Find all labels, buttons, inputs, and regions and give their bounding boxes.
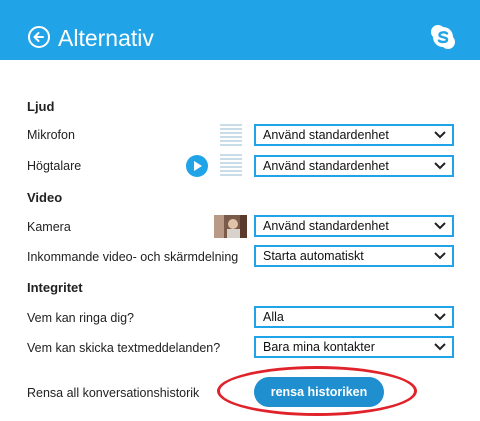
who-can-call-label: Vem kan ringa dig?	[27, 311, 135, 325]
chevron-down-icon	[434, 343, 446, 351]
incoming-video-label: Inkommande video- och skärmdelning	[27, 250, 239, 264]
chevron-down-icon	[434, 313, 446, 321]
chevron-down-icon	[434, 252, 446, 260]
microphone-select-value: Använd standardenhet	[263, 128, 389, 142]
skype-logo-icon	[430, 24, 456, 50]
who-can-message-select-value: Bara mina kontakter	[263, 340, 375, 354]
chevron-down-icon	[434, 162, 446, 170]
incoming-video-select[interactable]: Starta automatiskt	[254, 245, 454, 267]
speaker-label: Högtalare	[27, 159, 82, 173]
speaker-level-meter	[220, 154, 242, 178]
camera-select[interactable]: Använd standardenhet	[254, 215, 454, 237]
chevron-down-icon	[434, 222, 446, 230]
incoming-video-select-value: Starta automatiskt	[263, 249, 364, 263]
camera-select-value: Använd standardenhet	[263, 219, 389, 233]
chevron-down-icon	[434, 131, 446, 139]
microphone-level-meter	[220, 124, 242, 148]
clear-history-button[interactable]: rensa historiken	[254, 377, 384, 407]
speaker-select-value: Använd standardenhet	[263, 159, 389, 173]
section-heading-sound: Ljud	[27, 99, 55, 114]
section-heading-privacy: Integritet	[27, 280, 83, 295]
back-arrow-circle-icon[interactable]	[28, 26, 50, 48]
who-can-call-select-value: Alla	[263, 310, 284, 324]
play-test-sound-icon[interactable]	[186, 155, 208, 177]
speaker-select[interactable]: Använd standardenhet	[254, 155, 454, 177]
who-can-call-select[interactable]: Alla	[254, 306, 454, 328]
who-can-message-label: Vem kan skicka textmeddelanden?	[27, 341, 221, 355]
camera-label: Kamera	[27, 220, 71, 234]
microphone-label: Mikrofon	[27, 128, 75, 142]
who-can-message-select[interactable]: Bara mina kontakter	[254, 336, 454, 358]
page-title: Alternativ	[58, 25, 154, 51]
section-heading-video: Video	[27, 190, 63, 205]
microphone-select[interactable]: Använd standardenhet	[254, 124, 454, 146]
clear-history-label: Rensa all konversationshistorik	[27, 386, 200, 400]
header-bar: Alternativ	[0, 0, 480, 60]
camera-preview-thumbnail	[214, 215, 247, 238]
